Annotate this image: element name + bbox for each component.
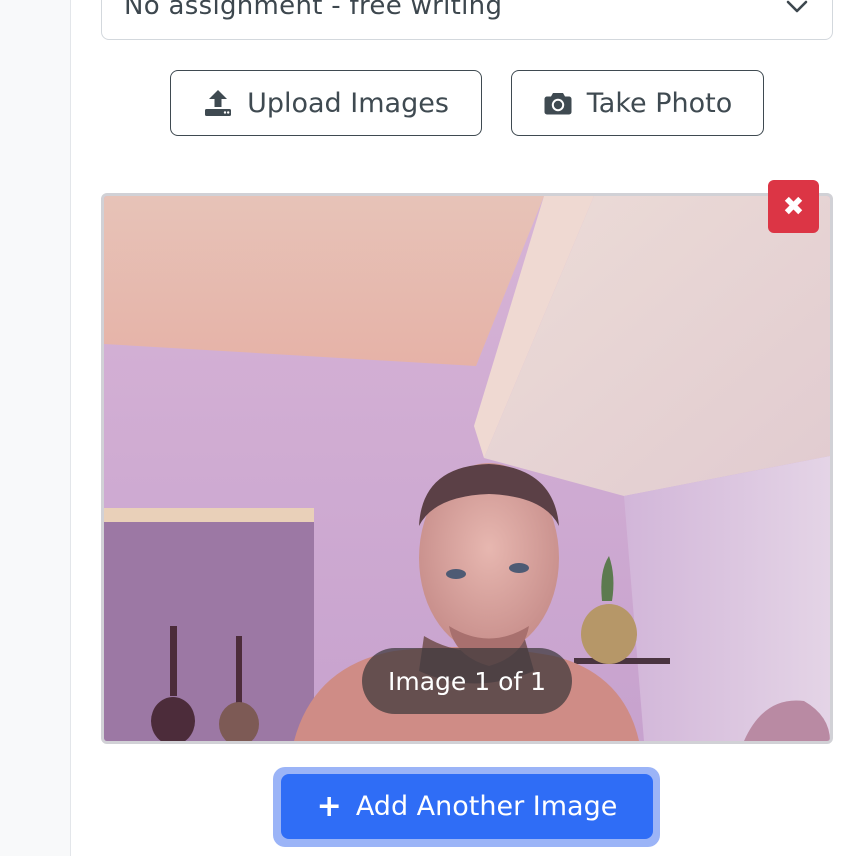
upload-images-button[interactable]: Upload Images — [170, 70, 482, 136]
camera-icon — [544, 93, 572, 115]
add-another-image-button[interactable]: + Add Another Image — [281, 774, 653, 839]
add-another-image-label: Add Another Image — [355, 791, 618, 822]
upload-icon — [205, 90, 232, 116]
plus-icon: + — [316, 789, 342, 824]
image-counter-text: Image 1 of 1 — [387, 666, 547, 696]
assignment-select-value: No assignment - free writing — [124, 0, 503, 21]
image-counter: Image 1 of 1 — [362, 648, 572, 714]
upload-images-label: Upload Images — [247, 87, 449, 119]
take-photo-button[interactable]: Take Photo — [511, 70, 764, 136]
left-page-gutter — [0, 0, 71, 856]
assignment-select[interactable]: No assignment - free writing — [101, 0, 833, 40]
close-icon: ✖ — [782, 191, 805, 222]
take-photo-label: Take Photo — [586, 87, 733, 119]
remove-image-button[interactable]: ✖ — [768, 180, 819, 233]
chevron-down-icon — [786, 0, 808, 13]
